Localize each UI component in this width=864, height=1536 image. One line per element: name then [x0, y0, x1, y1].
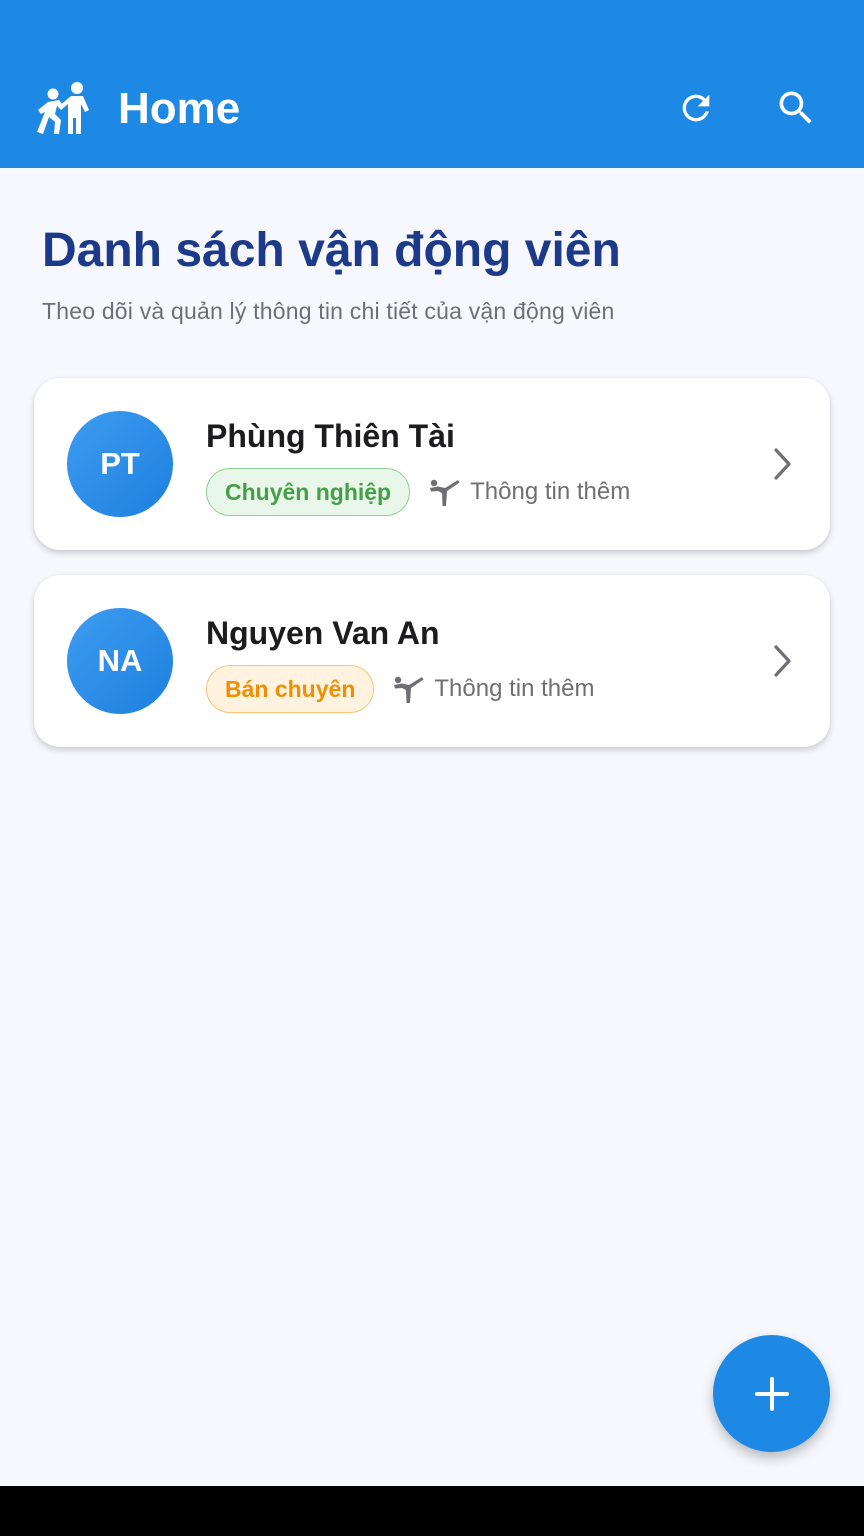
- avatar: NA: [67, 608, 173, 714]
- level-badge: Bán chuyên: [206, 665, 375, 713]
- plus-icon: [754, 1376, 789, 1411]
- athlete-card[interactable]: PT Phùng Thiên Tài Chuyên nghiệp Thông t…: [34, 378, 830, 550]
- more-info: Thông tin thêm: [392, 674, 594, 704]
- sports-kabaddi-icon: [37, 82, 89, 134]
- add-athlete-button[interactable]: [713, 1335, 830, 1452]
- refresh-icon: [682, 94, 710, 122]
- chevron-right-icon: [774, 645, 791, 677]
- screen: Home Danh sách vận động viên Theo dõi và…: [0, 0, 864, 1486]
- athlete-name: Nguyen Van An: [206, 615, 440, 651]
- martial-arts-kick-icon: [430, 479, 460, 506]
- system-nav-bar: [0, 1486, 864, 1536]
- more-info: Thông tin thêm: [428, 477, 630, 507]
- refresh-button[interactable]: [672, 84, 720, 132]
- martial-arts-kick-icon: [394, 676, 424, 703]
- avatar: PT: [67, 411, 173, 517]
- athlete-meta: Chuyên nghiệp Thông tin thêm: [206, 468, 630, 516]
- page-subtitle: Theo dõi và quản lý thông tin chi tiết c…: [42, 298, 615, 324]
- app-bar: Home: [0, 0, 864, 168]
- search-icon: [779, 91, 812, 124]
- level-badge: Chuyên nghiệp: [206, 468, 411, 516]
- athlete-meta: Bán chuyên Thông tin thêm: [206, 665, 594, 713]
- search-button[interactable]: [772, 84, 820, 132]
- athlete-name: Phùng Thiên Tài: [206, 418, 455, 454]
- athlete-card[interactable]: NA Nguyen Van An Bán chuyên Thông tin th…: [34, 575, 830, 747]
- more-info-label: Thông tin thêm: [470, 478, 631, 505]
- app-title: Home: [118, 84, 241, 133]
- chevron-right-icon: [774, 448, 791, 480]
- more-info-label: Thông tin thêm: [434, 675, 595, 702]
- page-title: Danh sách vận động viên: [42, 224, 621, 277]
